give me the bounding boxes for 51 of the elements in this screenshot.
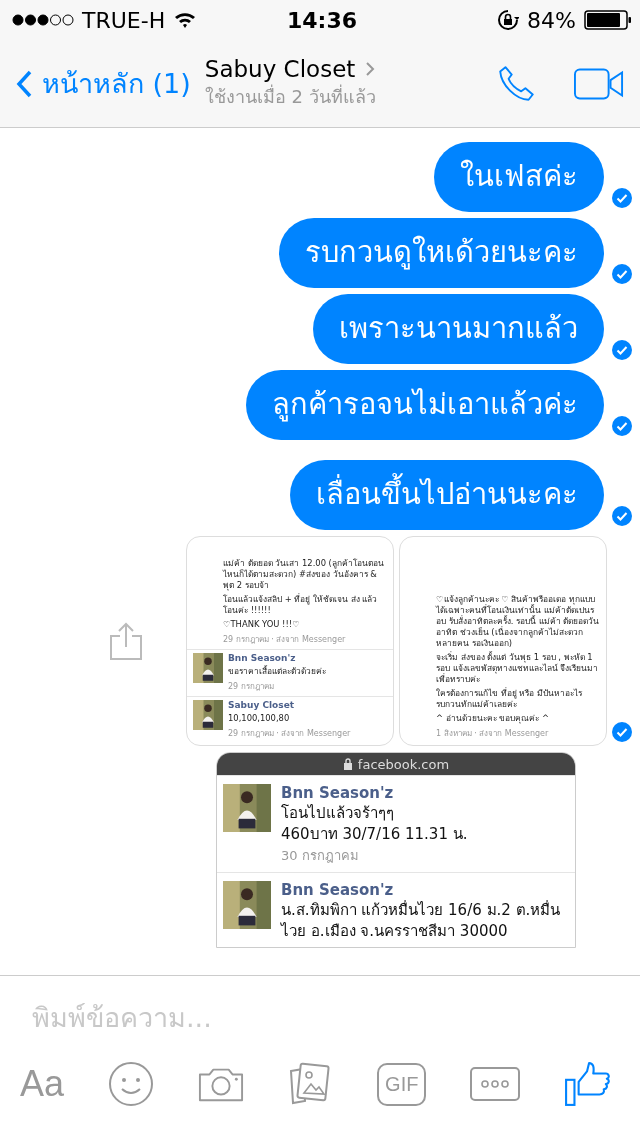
message-bubble: รบกวนดูใหเด้วยนะคะ [279, 218, 604, 288]
text-format-button[interactable]: Aa [20, 1063, 65, 1105]
post-author: Bnn Season'z [228, 653, 297, 663]
post-text: ไวย อ.เมือง จ.นครราชสีมา 30000 [281, 921, 509, 941]
post-text: 10,100,100,80 [228, 713, 291, 724]
last-active-status: ใช้งานเมื่อ 2 วันที่แล้ว [204, 83, 376, 109]
url-text: facebook.com [357, 756, 450, 772]
message-bubble: เพราะนานมากแล้ว [313, 294, 604, 364]
message-bubble: ลูกค้ารอจนไม่เอาแล้วค่ะ [246, 370, 604, 440]
smiley-icon[interactable] [107, 1061, 154, 1107]
battery-percentage: 84% [527, 7, 576, 33]
post-text: ^ อ่านด้วยนะคะ ขอบคุณค่ะ ^ [436, 713, 551, 724]
post-text: โอนแล้วแจ้งสลิป + ที่อยู่ ให้ชัดเจน ส่ง แล้วโอนค่ะ !!!!!! [223, 594, 379, 616]
back-chevron-icon [16, 69, 32, 98]
post-text: น.ส.ทิมพิกา แก้วหมื่นไวย 16/6 ม.2 ต.หมื่น [281, 900, 561, 920]
share-icon[interactable] [109, 621, 143, 661]
screenshot-image[interactable]: facebook.com Bnn Season'z โอนไปแล้วจร้าๆๆ 460บาท 30/7/16 11.31 น. 30 กรกฎาคม Bnn Season'z น.ส.ทิมพิกา แก้วหมื่นไวย 16/6 ม.2 ต.หมื่น ไวย อ.เมือง จ.นครราชสีมา 30000 [216, 752, 576, 948]
video-camera-icon[interactable] [574, 67, 624, 100]
post-text: โอนไปแล้วจร้าๆๆ [281, 803, 395, 823]
more-options-icon[interactable] [470, 1067, 521, 1101]
post-date: 29 กรกฎาคม [228, 681, 275, 693]
chevron-right-icon [365, 61, 376, 77]
post-text: ขอราคาเสื้อแต่ละตัวด้วยค่ะ [228, 666, 326, 677]
post-text: จะเริ่ม ส่งของ ตั้งแต่ วันพุธ 1 รอบ , พะหัด 1 รอบ แจ้งเลขพัสดุทางแชทและไลน์ จึงเรียนมาเพื่อทราบค่ะ [436, 652, 600, 685]
rotation-lock-icon [497, 9, 520, 31]
signal-icon [12, 14, 74, 26]
post-author: Bnn Season'z [281, 881, 395, 899]
wifi-icon [173, 11, 198, 29]
post-text: แม่ค้า ตัดยอด วันเสา 12.00 (ลูกค้าโอนตอนไหนก็ได้ตามสะดวก) #ส่งของ วันอังคาร & พุต 2 รอบจ้า [223, 558, 385, 591]
post-text: ♡แจ้งลูกค้านะคะ ♡ สินค้าพรีออเดอ ทุกแบบ ได้เฉพาะคนที่โอนเงินเท่านั้น แม่ค้าตัดเปนรอบ รับสั่งอาทิตละครั้ง. รอบนี้ แม่ค้า ตัดยอดวันอาทิต ช่วงเย็น (เนื่องจากลูกค้าไม่สะดวกหลายคน รอเงินออก) [436, 594, 600, 649]
post-date: 1 สิงหาคม · ส่งจาก Messenger [436, 728, 550, 740]
thumbs-up-icon[interactable] [564, 1061, 610, 1107]
message-bubble: เลื่อนขึ้นไปอ่านนะคะ [290, 460, 604, 530]
battery-icon [584, 10, 632, 30]
screenshot-image[interactable] [186, 536, 394, 746]
post-text: ♡THANK YOU !!!♡ [223, 619, 301, 630]
post-author: Sabuy Closet [228, 700, 296, 710]
post-text: ใครต้องการแก้ไข ที่อยู่ หรือ มีปันหาอะไรรบกวนทักแม่ค้าเลยค่ะ [436, 688, 583, 710]
post-date: 29 กรกฎาคม · ส่งจาก Messenger [223, 634, 347, 646]
clock-time: 14:36 [287, 7, 357, 33]
post-date: 29 กรกฎาคม · ส่งจาก Messenger [228, 728, 351, 740]
carrier-name: TRUE-H [82, 7, 166, 33]
message-bubble: ในเฟสค่ะ [434, 142, 604, 212]
post-date: 30 กรกฎาคม [281, 847, 360, 865]
lock-icon [342, 758, 353, 770]
post-text: 460บาท 30/7/16 11.31 น. [281, 824, 468, 844]
back-button[interactable]: หน้าหลัก (1) [16, 62, 191, 105]
gif-button[interactable]: GIF [377, 1062, 427, 1106]
contact-name-button[interactable]: Sabuy Closet ใช้งานเมื่อ 2 วันที่แล้ว [204, 56, 376, 111]
screenshot-image[interactable] [399, 536, 607, 746]
post-author: Bnn Season'z [281, 784, 395, 802]
